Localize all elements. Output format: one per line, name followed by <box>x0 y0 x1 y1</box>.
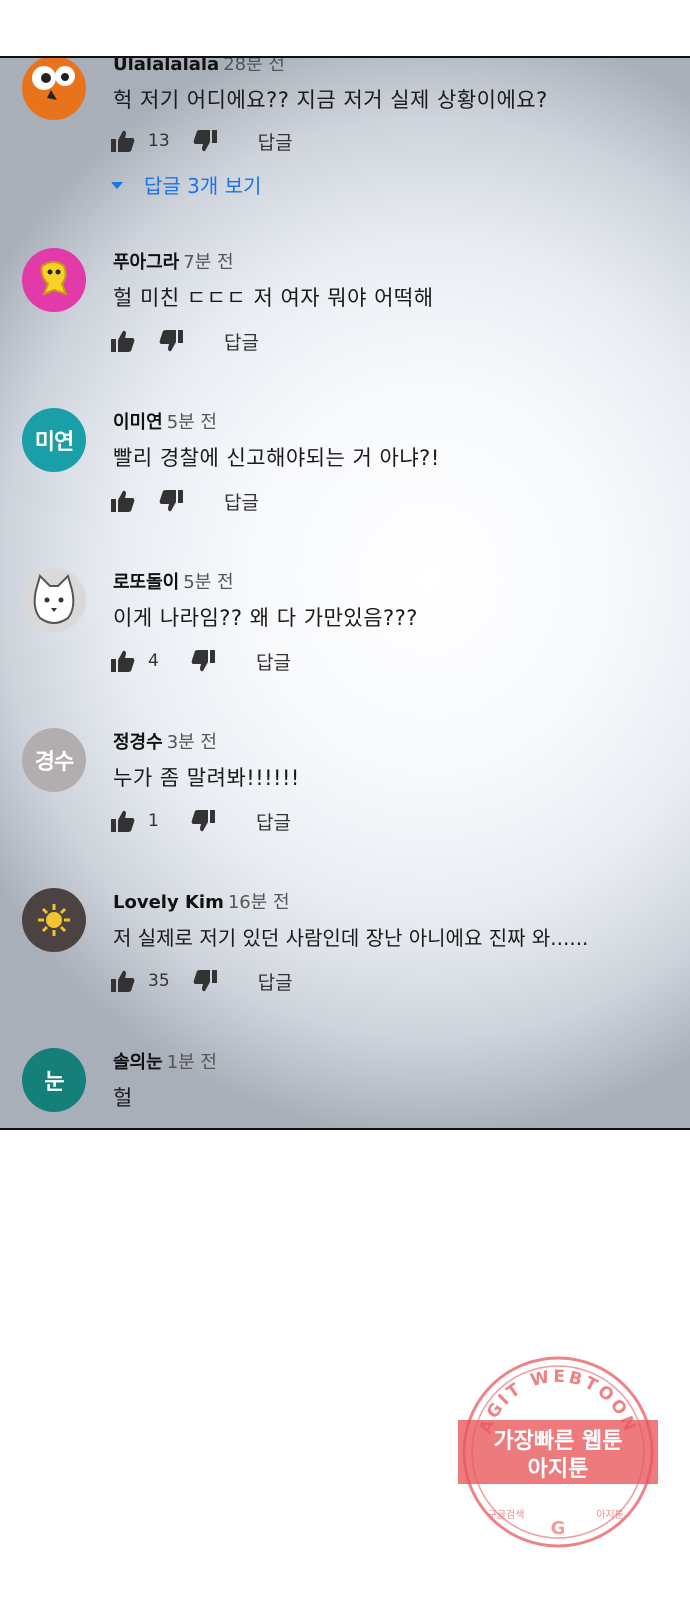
comment-author[interactable]: 정경수 <box>113 732 163 753</box>
comment-text: 헐 미친 ㄷㄷㄷ 저 여자 뭐야 어떡해 <box>113 286 434 310</box>
comment-meta: 정경수 3분 전 <box>113 728 217 754</box>
avatar[interactable] <box>22 58 86 120</box>
thumbs-up-icon[interactable] <box>110 129 136 153</box>
comment-text: 저 실제로 저기 있던 사람인데 장난 아니에요 진짜 와...... <box>113 926 589 950</box>
thumbs-down-icon[interactable] <box>192 969 218 993</box>
comment-actions: 13 답글 <box>110 128 293 154</box>
comment-panel: Ulalalalala 28분 전 헉 저기 어디에요?? 지금 저거 실제 상황… <box>0 56 690 1130</box>
cat-face-icon <box>33 574 75 624</box>
comment-author[interactable]: Ulalalalala <box>113 58 219 75</box>
like-count: 35 <box>148 971 170 991</box>
like-count: 4 <box>148 651 159 671</box>
reply-button[interactable]: 답글 <box>256 808 291 835</box>
thumbs-down-icon[interactable] <box>190 649 216 673</box>
view-replies-label: 답글 3개 보기 <box>144 174 262 198</box>
comment-author[interactable]: 푸아그라 <box>113 252 179 273</box>
comment-actions: 1 답글 <box>110 808 291 834</box>
reply-button[interactable]: 답글 <box>258 968 293 995</box>
comment-time: 16분 전 <box>227 892 290 913</box>
comment-item: 로또돌이 5분 전 이게 나라임?? 왜 다 가만있음??? 4 답글 <box>0 568 690 718</box>
reply-button[interactable]: 답글 <box>224 328 259 355</box>
thumbs-down-icon[interactable] <box>158 329 184 353</box>
comment-text: 누가 좀 말려봐!!!!!! <box>113 766 300 790</box>
comment-meta: Ulalalalala 28분 전 <box>113 56 285 76</box>
comment-time: 1분 전 <box>166 1052 217 1073</box>
avatar[interactable]: 경수 <box>22 728 86 792</box>
comment-author[interactable]: Lovely Kim <box>113 892 224 913</box>
avatar[interactable]: 미연 <box>22 408 86 472</box>
comment-time: 28분 전 <box>223 56 285 75</box>
thumbs-down-icon[interactable] <box>158 489 184 513</box>
watermark-stamp: AGIT WEBTOON 가장빠른 웹툰 아지툰 구글검색 아지툰 G <box>458 1356 658 1548</box>
avatar-initials: 눈 <box>44 1070 64 1095</box>
bird-icon <box>40 261 68 296</box>
comment-author[interactable]: 로또돌이 <box>113 572 179 593</box>
caret-down-icon <box>111 181 123 189</box>
comment-meta: Lovely Kim 16분 전 <box>113 888 290 914</box>
avatar[interactable] <box>22 888 86 952</box>
comment-meta: 솔의눈 1분 전 <box>113 1048 217 1074</box>
avatar[interactable] <box>22 568 86 632</box>
comment-item: 푸아그라 7분 전 헐 미친 ㄷㄷㄷ 저 여자 뭐야 어떡해 답글 <box>0 248 690 398</box>
thumbs-down-icon[interactable] <box>190 809 216 833</box>
comment-text: 빨리 경찰에 신고해야되는 거 아냐?! <box>113 446 440 470</box>
reply-button[interactable]: 답글 <box>256 648 291 675</box>
comment-item: Ulalalalala 28분 전 헉 저기 어디에요?? 지금 저거 실제 상황… <box>0 56 690 206</box>
comment-time: 7분 전 <box>183 252 234 273</box>
comment-actions: 답글 <box>110 488 259 514</box>
comment-text: 이게 나라임?? 왜 다 가만있음??? <box>113 606 418 630</box>
comment-time: 3분 전 <box>166 732 217 753</box>
comment-item: 경수 정경수 3분 전 누가 좀 말려봐!!!!!! 1 답글 <box>0 728 690 878</box>
watermark-line1: 가장빠른 웹툰 <box>493 1429 622 1454</box>
comment-time: 5분 전 <box>183 572 234 593</box>
comment-time: 5분 전 <box>166 412 217 433</box>
thumbs-up-icon[interactable] <box>110 329 136 353</box>
google-g-icon: G <box>551 1518 566 1539</box>
watermark-line2: 아지툰 <box>528 1457 589 1482</box>
avatar-initials: 경수 <box>34 750 74 775</box>
comment-meta: 로또돌이 5분 전 <box>113 568 234 594</box>
comment-item: 미연 이미연 5분 전 빨리 경찰에 신고해야되는 거 아냐?! 답글 <box>0 408 690 558</box>
sparkle-icon <box>38 904 70 936</box>
comment-meta: 푸아그라 7분 전 <box>113 248 234 274</box>
thumbs-down-icon[interactable] <box>192 129 218 153</box>
comment-text: 헐 <box>113 1086 133 1110</box>
comment-item: Lovely Kim 16분 전 저 실제로 저기 있던 사람인데 장난 아니에요… <box>0 888 690 1038</box>
thumbs-up-icon[interactable] <box>110 809 136 833</box>
like-count: 1 <box>148 811 159 831</box>
like-count: 13 <box>148 131 170 151</box>
avatar-initials: 미연 <box>34 430 74 455</box>
watermark-footer-right: 아지툰 <box>596 1509 624 1521</box>
reply-button[interactable]: 답글 <box>224 488 259 515</box>
reply-button[interactable]: 답글 <box>258 128 293 155</box>
comment-meta: 이미연 5분 전 <box>113 408 217 434</box>
comment-item: 눈 솔의눈 1분 전 헐 <box>0 1048 690 1128</box>
comment-actions: 4 답글 <box>110 648 291 674</box>
comment-author[interactable]: 솔의눈 <box>113 1052 163 1073</box>
comment-actions: 답글 <box>110 328 259 354</box>
thumbs-up-icon[interactable] <box>110 489 136 513</box>
owl-face-icon <box>32 66 75 100</box>
avatar[interactable] <box>22 248 86 312</box>
comment-actions: 35 답글 <box>110 968 293 994</box>
watermark-footer-left: 구글검색 <box>488 1509 525 1521</box>
view-replies-button[interactable]: 답글 3개 보기 <box>110 170 261 199</box>
avatar[interactable]: 눈 <box>22 1048 86 1112</box>
comment-author[interactable]: 이미연 <box>113 412 163 433</box>
comment-text: 헉 저기 어디에요?? 지금 저거 실제 상황이에요? <box>113 88 548 112</box>
thumbs-up-icon[interactable] <box>110 649 136 673</box>
thumbs-up-icon[interactable] <box>110 969 136 993</box>
